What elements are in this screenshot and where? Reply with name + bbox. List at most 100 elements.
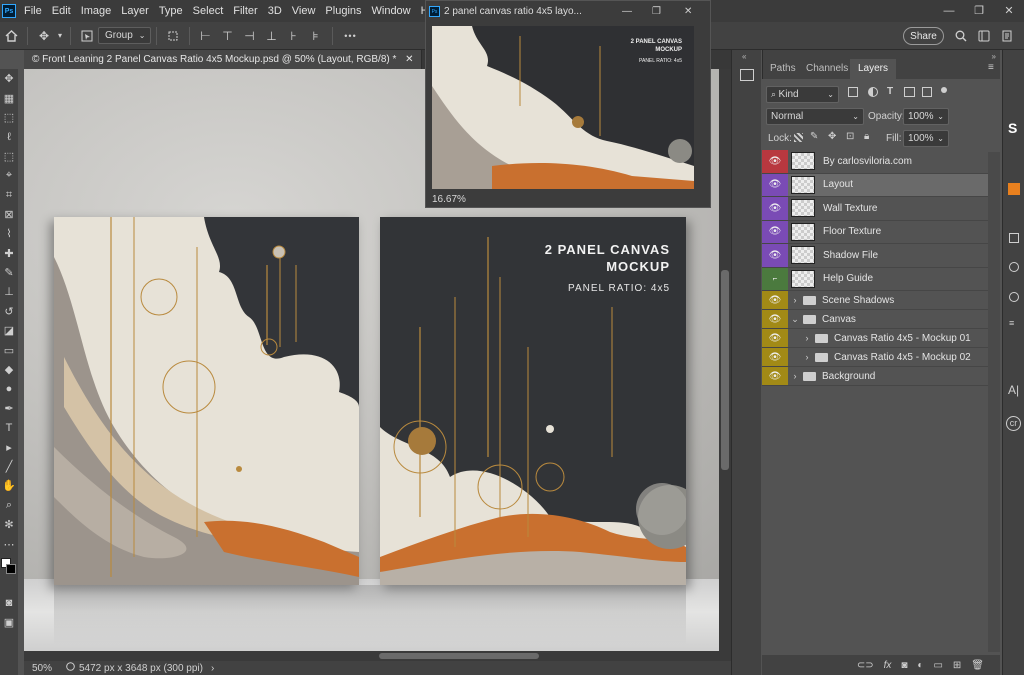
frame-tool-icon[interactable]: ⊠ bbox=[0, 205, 18, 224]
character-icon[interactable]: A| bbox=[1008, 383, 1019, 397]
menu-filter[interactable]: Filter bbox=[228, 0, 262, 22]
swatches-icon[interactable] bbox=[1009, 233, 1019, 243]
color-icon[interactable] bbox=[1009, 262, 1019, 272]
info-icon[interactable] bbox=[1009, 292, 1019, 302]
crop-tool-icon[interactable]: ⌗ bbox=[0, 185, 18, 204]
link-layers-icon[interactable]: ⊂⊃ bbox=[857, 660, 874, 671]
info-icon[interactable] bbox=[66, 662, 75, 674]
visibility-eye-icon[interactable]: 👁︎ bbox=[762, 244, 788, 267]
lock-transparency-icon[interactable] bbox=[794, 133, 803, 142]
layer-row-floor-texture[interactable]: 👁︎ Floor Texture bbox=[762, 220, 988, 244]
navigator-minimize-button[interactable]: — bbox=[622, 6, 632, 17]
align-center-icon[interactable]: ⊤ bbox=[217, 25, 239, 47]
search-icon[interactable] bbox=[950, 25, 972, 47]
group-row-scene-shadows[interactable]: 👁︎ › Scene Shadows bbox=[762, 291, 988, 310]
lock-artboard-icon[interactable]: ⊡ bbox=[846, 131, 854, 142]
quick-select-tool-icon[interactable]: ⬚ bbox=[0, 147, 18, 166]
visibility-eye-icon[interactable]: 👁︎ bbox=[762, 173, 788, 196]
strip-label-top[interactable]: S bbox=[1008, 120, 1017, 136]
zoom-tool-icon[interactable]: ⌕ bbox=[0, 496, 18, 515]
add-mask-icon[interactable]: ◙ bbox=[901, 660, 907, 671]
healing-brush-tool-icon[interactable]: ✚ bbox=[0, 244, 18, 263]
close-button[interactable]: ✕ bbox=[994, 0, 1024, 22]
vertical-scroll-thumb[interactable] bbox=[721, 270, 729, 470]
menu-type[interactable]: Type bbox=[154, 0, 188, 22]
menu-window[interactable]: Window bbox=[367, 0, 416, 22]
expand-arrow-icon[interactable]: › bbox=[802, 333, 812, 343]
line-tool-icon[interactable]: ╱ bbox=[0, 457, 18, 476]
navigator-panel-icon[interactable] bbox=[740, 69, 754, 81]
chevron-down-icon[interactable]: ▾ bbox=[55, 25, 65, 47]
align-right-icon[interactable]: ⊣ bbox=[239, 25, 261, 47]
minimize-button[interactable]: — bbox=[934, 0, 964, 22]
layer-row-layout[interactable]: 👁︎ Layout bbox=[762, 173, 988, 197]
menu-file[interactable]: File bbox=[19, 0, 47, 22]
layer-row-wall-texture[interactable]: 👁︎ Wall Texture bbox=[762, 197, 988, 221]
eraser-tool-icon[interactable]: ◪ bbox=[0, 321, 18, 340]
collapse-arrow-icon[interactable]: ⌄ bbox=[790, 314, 800, 325]
align-bottom-icon[interactable]: ⊧ bbox=[305, 25, 327, 47]
group-row-canvas[interactable]: 👁︎ ⌄ Canvas bbox=[762, 310, 988, 329]
visibility-eye-icon[interactable]: 👁︎ bbox=[762, 310, 788, 328]
dodge-tool-icon[interactable]: ● bbox=[0, 379, 18, 398]
collapse-dock-icon[interactable]: « bbox=[742, 52, 746, 61]
auto-select-target-dropdown[interactable]: Group ⌄ bbox=[98, 27, 151, 44]
properties-icon[interactable]: ≡ bbox=[1009, 318, 1014, 328]
visibility-eye-icon[interactable]: 👁︎ bbox=[762, 197, 788, 220]
align-middle-icon[interactable]: ⊦ bbox=[283, 25, 305, 47]
marquee-tool-icon[interactable]: ⬚ bbox=[0, 108, 18, 127]
navigator-window[interactable]: Ps 2 panel canvas ratio 4x5 layo... — ❐ … bbox=[425, 0, 711, 208]
layer-row-shadow-file[interactable]: 👁︎ Shadow File bbox=[762, 244, 988, 268]
menu-3d[interactable]: 3D bbox=[263, 0, 287, 22]
layer-row-copyright[interactable]: 👁︎ By carlosviloria.com bbox=[762, 150, 988, 174]
visibility-eye-icon[interactable]: 👁︎ bbox=[762, 220, 788, 243]
layer-row-help-guide[interactable]: ⌐ Help Guide bbox=[762, 267, 988, 291]
navigator-zoom[interactable]: 16.67% bbox=[432, 194, 466, 205]
filter-pixel-icon[interactable] bbox=[848, 87, 858, 97]
gradient-tool-icon[interactable]: ▭ bbox=[0, 340, 18, 359]
type-tool-icon[interactable]: T bbox=[0, 418, 18, 437]
eyedropper-tool-icon[interactable]: ⌇ bbox=[0, 224, 18, 243]
path-select-tool-icon[interactable]: ▸ bbox=[0, 437, 18, 456]
restore-button[interactable]: ❐ bbox=[964, 0, 994, 22]
stamp-tool-icon[interactable]: ⊥ bbox=[0, 282, 18, 301]
group-row-background[interactable]: 👁︎ › Background bbox=[762, 367, 988, 386]
menu-view[interactable]: View bbox=[287, 0, 321, 22]
menu-layer[interactable]: Layer bbox=[116, 0, 154, 22]
zoom-level[interactable]: 50% bbox=[24, 663, 66, 674]
workspace-icon[interactable] bbox=[973, 25, 995, 47]
fill-input[interactable]: 100% ⌄ bbox=[903, 130, 949, 147]
share-button[interactable]: Share bbox=[903, 27, 944, 45]
3d-cube-icon[interactable] bbox=[1008, 183, 1020, 195]
screen-mode-icon[interactable]: ▣ bbox=[0, 613, 18, 632]
collapse-panels-icon[interactable]: » bbox=[992, 52, 996, 61]
transform-controls-icon[interactable] bbox=[162, 25, 184, 47]
lock-all-icon[interactable]: 🔒︎ bbox=[864, 131, 869, 142]
lock-position-icon[interactable]: ✥ bbox=[828, 131, 836, 142]
visibility-eye-icon[interactable]: 👁︎ bbox=[762, 348, 788, 366]
align-left-icon[interactable]: ⊢ bbox=[195, 25, 217, 47]
visibility-eye-icon[interactable]: 👁︎ bbox=[762, 367, 788, 385]
new-group-icon[interactable]: ▭ bbox=[933, 660, 942, 671]
opacity-input[interactable]: 100% ⌄ bbox=[903, 108, 949, 125]
move-tool-icon[interactable]: ✥ bbox=[33, 25, 55, 47]
navigator-thumbnail[interactable]: 2 PANEL CANVAS MOCKUP PANEL RATIO: 4x5 bbox=[432, 26, 694, 189]
move-tool-icon[interactable]: ✥ bbox=[0, 69, 18, 88]
menu-edit[interactable]: Edit bbox=[47, 0, 76, 22]
navigator-restore-button[interactable]: ❐ bbox=[652, 6, 661, 17]
quick-mask-icon[interactable]: ◙ bbox=[0, 594, 18, 613]
menu-plugins[interactable]: Plugins bbox=[320, 0, 366, 22]
filter-shape-icon[interactable] bbox=[904, 87, 915, 97]
blend-mode-dropdown[interactable]: Normal ⌄ bbox=[766, 108, 864, 125]
panel-menu-icon[interactable]: ≡ bbox=[988, 62, 994, 73]
more-options-icon[interactable]: ••• bbox=[338, 25, 364, 47]
group-row-mockup-02[interactable]: 👁︎ › Canvas Ratio 4x5 - Mockup 02 bbox=[762, 348, 988, 367]
filter-toggle-icon[interactable] bbox=[941, 87, 947, 93]
status-menu-arrow[interactable]: › bbox=[211, 663, 214, 674]
expand-arrow-icon[interactable]: › bbox=[790, 295, 800, 305]
filter-smart-object-icon[interactable] bbox=[922, 87, 932, 97]
visibility-hidden-icon[interactable]: ⌐ bbox=[762, 267, 788, 290]
align-top-icon[interactable]: ⊥ bbox=[261, 25, 283, 47]
adjustment-layer-icon[interactable]: ◐ bbox=[917, 660, 923, 671]
artboard-tool-icon[interactable]: ▦ bbox=[0, 88, 18, 107]
